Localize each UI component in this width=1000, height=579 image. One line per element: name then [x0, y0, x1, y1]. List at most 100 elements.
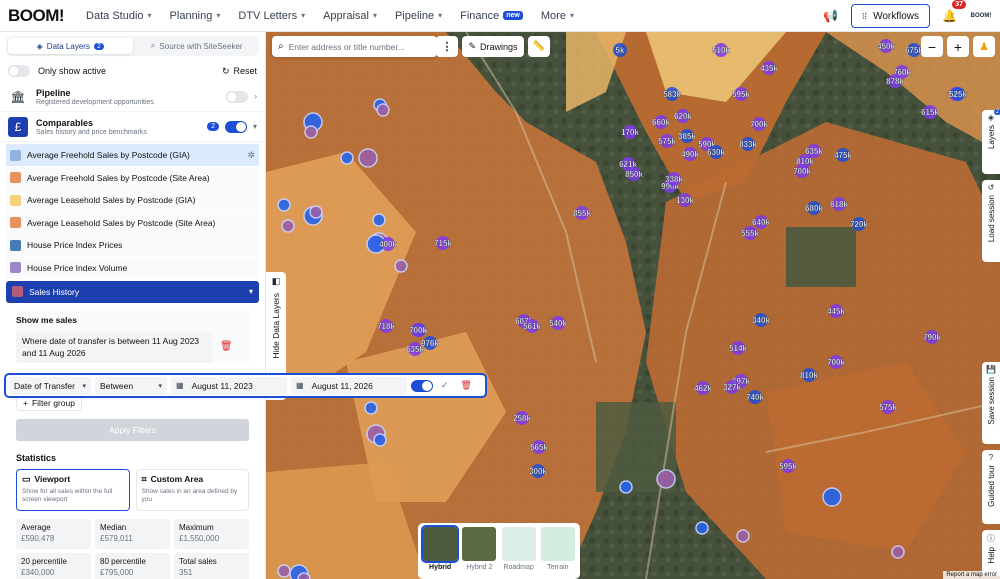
check-icon[interactable]: ✓: [441, 380, 449, 391]
to-date-input[interactable]: ▦ August 11, 2026: [291, 377, 407, 394]
zoom-in-button[interactable]: +: [947, 36, 969, 57]
search-input[interactable]: ⌕ Enter address or title number...: [272, 36, 437, 57]
price-marker[interactable]: 300k: [529, 464, 548, 478]
nav-dtv-letters[interactable]: DTV Letters ▾: [238, 10, 305, 22]
price-marker[interactable]: 635k: [406, 342, 425, 356]
price-marker[interactable]: 565k: [530, 440, 549, 454]
field-select[interactable]: Date of Transfer ▾: [9, 377, 91, 394]
more-options-button[interactable]: ⋮: [436, 36, 458, 57]
price-marker[interactable]: 630k: [707, 145, 726, 159]
nav-pipeline[interactable]: Pipeline ▾: [395, 10, 442, 22]
price-marker[interactable]: 170k: [621, 125, 640, 139]
sublayer-leasehold-gia[interactable]: Average Leasehold Sales by Postcode (GIA…: [6, 189, 259, 211]
price-marker[interactable]: 700k: [750, 117, 769, 131]
price-marker[interactable]: 540k: [549, 316, 568, 330]
price-marker[interactable]: 833k: [739, 137, 758, 151]
price-marker[interactable]: 583k: [663, 87, 682, 101]
sale-dot[interactable]: [304, 125, 318, 139]
nav-planning[interactable]: Planning ▾: [170, 10, 221, 22]
logo[interactable]: BOOM!: [8, 6, 65, 26]
sale-dot[interactable]: [891, 545, 905, 559]
price-marker[interactable]: 490k: [681, 147, 700, 161]
price-marker[interactable]: 575k: [658, 134, 677, 148]
sale-dot[interactable]: [373, 433, 387, 447]
layer-comparables[interactable]: £ Comparables Sales history and price be…: [0, 112, 265, 142]
operator-select[interactable]: Between ▾: [95, 377, 167, 394]
price-marker[interactable]: 680k: [805, 201, 824, 215]
price-marker[interactable]: 525k: [949, 87, 968, 101]
sale-dot[interactable]: [394, 259, 408, 273]
price-marker[interactable]: 810k: [800, 368, 819, 382]
price-marker[interactable]: 595k: [732, 87, 751, 101]
chevron-right-icon[interactable]: ›: [254, 92, 257, 101]
price-marker[interactable]: 715k: [434, 236, 453, 250]
mode-viewport[interactable]: ▭ Viewport Show for all sales within the …: [16, 468, 130, 511]
sublayer-freehold-site[interactable]: Average Freehold Sales by Postcode (Site…: [6, 166, 259, 189]
from-date-input[interactable]: ▦ August 11, 2023: [171, 377, 287, 394]
price-marker[interactable]: 615k: [921, 105, 940, 119]
price-marker[interactable]: 595k: [779, 459, 798, 473]
ruler-button[interactable]: 📏: [528, 36, 550, 57]
price-marker[interactable]: 475k: [834, 148, 853, 162]
trash-icon[interactable]: 🗑: [461, 380, 472, 391]
price-marker[interactable]: 740k: [746, 390, 765, 404]
price-marker[interactable]: 327k: [723, 380, 742, 394]
price-marker[interactable]: 462k: [694, 381, 713, 395]
megaphone-icon[interactable]: 📢: [819, 9, 843, 23]
nav-appraisal[interactable]: Appraisal ▾: [323, 10, 377, 22]
apply-filters-button[interactable]: Apply Filters: [16, 418, 249, 441]
price-marker[interactable]: 450k: [877, 39, 896, 53]
sale-dot[interactable]: [297, 572, 311, 579]
sale-dot[interactable]: [309, 205, 323, 219]
comparables-toggle[interactable]: [224, 120, 247, 133]
price-marker[interactable]: 338k: [665, 172, 684, 186]
sale-dot[interactable]: [364, 401, 378, 415]
bell-icon[interactable]: 🔔 37: [942, 0, 966, 23]
tab-siteseeker[interactable]: ⌕ Source with SiteSeeker: [135, 36, 260, 56]
basemap-hybrid-2[interactable]: Hybrid 2: [461, 527, 497, 575]
price-marker[interactable]: 640k: [752, 215, 771, 229]
avatar[interactable]: BOOM!: [968, 6, 994, 26]
price-marker[interactable]: 561k: [523, 319, 542, 333]
filter-enabled-toggle[interactable]: [411, 379, 433, 392]
price-marker[interactable]: 700k: [827, 355, 846, 369]
tab-data-layers[interactable]: ◈ Data Layers 2: [8, 38, 133, 54]
zoom-out-button[interactable]: −: [921, 36, 943, 57]
sublayer-sales-history[interactable]: Sales History ▾: [6, 280, 259, 303]
sale-dot[interactable]: [695, 521, 709, 535]
price-marker[interactable]: 850k: [625, 167, 644, 181]
price-marker[interactable]: 790k: [923, 330, 942, 344]
sale-dot[interactable]: [372, 213, 386, 227]
price-marker[interactable]: 445k: [827, 304, 846, 318]
layer-pipeline[interactable]: 🏛 Pipeline Registered development opport…: [0, 82, 265, 112]
sale-dot[interactable]: [376, 103, 390, 117]
sale-dot[interactable]: [822, 487, 842, 507]
save-session-tab[interactable]: 💾 Save session: [982, 362, 1000, 444]
price-marker[interactable]: 618k: [830, 197, 849, 211]
price-marker[interactable]: 514k: [729, 341, 748, 355]
price-marker[interactable]: 5k: [613, 43, 627, 57]
price-marker[interactable]: 620k: [674, 109, 693, 123]
sparkle-icon[interactable]: ✲: [247, 150, 255, 161]
sale-dot[interactable]: [281, 219, 295, 233]
pipeline-toggle[interactable]: [226, 90, 249, 103]
price-marker[interactable]: 130k: [676, 193, 695, 207]
layers-tab[interactable]: ◈ 2 Layers: [982, 109, 1000, 174]
report-map-error-link[interactable]: Report a map error: [943, 571, 1000, 579]
basemap-terrain[interactable]: Terrain: [540, 527, 576, 575]
drawings-button[interactable]: ✎ Drawings: [462, 36, 524, 57]
map[interactable]: 5k510k435k450k675k760k878k185k583k660k57…: [266, 32, 1000, 579]
sale-dot[interactable]: [277, 564, 291, 578]
price-marker[interactable]: 720k: [850, 217, 869, 231]
basemap-roadmap[interactable]: Roadmap: [501, 527, 537, 575]
price-marker[interactable]: 510k: [712, 43, 731, 57]
sale-dot[interactable]: [277, 198, 291, 212]
load-session-tab[interactable]: ↺ Load session: [982, 180, 1000, 262]
sale-dot[interactable]: [619, 480, 633, 494]
sublayer-freehold-gia[interactable]: Average Freehold Sales by Postcode (GIA)…: [6, 144, 259, 166]
sale-dot[interactable]: [358, 148, 378, 168]
price-marker[interactable]: 855k: [573, 206, 592, 220]
price-marker[interactable]: 400k: [379, 237, 398, 251]
reset-button[interactable]: ↻ Reset: [222, 66, 257, 77]
trash-icon[interactable]: 🗑: [220, 341, 233, 352]
